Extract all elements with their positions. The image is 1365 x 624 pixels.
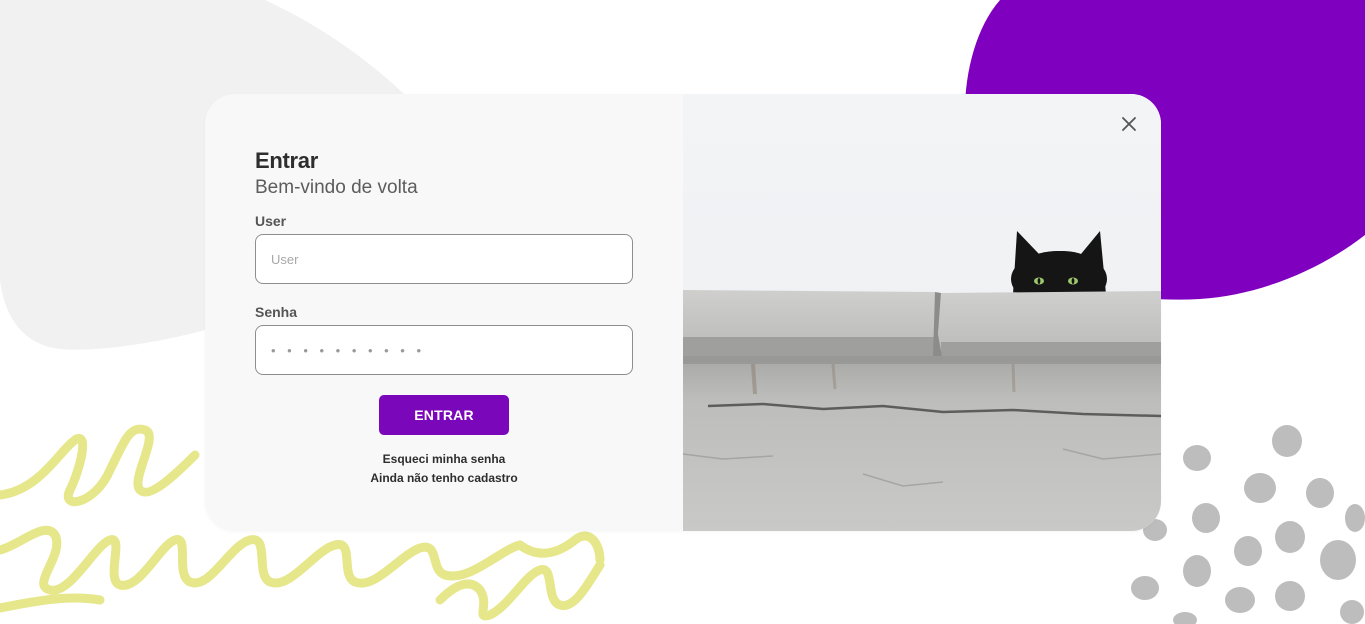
form-links: Esqueci minha senha Ainda não tenho cada… <box>255 450 633 488</box>
photo-panel <box>683 94 1161 531</box>
close-icon[interactable] <box>1119 114 1139 134</box>
gray-spots <box>1131 425 1365 624</box>
register-link[interactable]: Ainda não tenho cadastro <box>255 469 633 488</box>
submit-button[interactable]: ENTRAR <box>379 395 509 435</box>
password-input[interactable] <box>255 325 633 375</box>
login-page: Entrar Bem-vindo de volta User Senha ENT… <box>0 0 1365 624</box>
cat-on-wall-photo <box>683 94 1161 531</box>
login-form: Entrar Bem-vindo de volta User Senha ENT… <box>205 94 683 531</box>
user-input[interactable] <box>255 234 633 284</box>
login-subtitle: Bem-vindo de volta <box>255 177 418 198</box>
user-label: User <box>255 213 287 229</box>
forgot-password-link[interactable]: Esqueci minha senha <box>255 450 633 469</box>
login-title: Entrar <box>255 148 318 173</box>
login-modal: Entrar Bem-vindo de volta User Senha ENT… <box>205 94 1161 531</box>
password-label: Senha <box>255 304 298 320</box>
